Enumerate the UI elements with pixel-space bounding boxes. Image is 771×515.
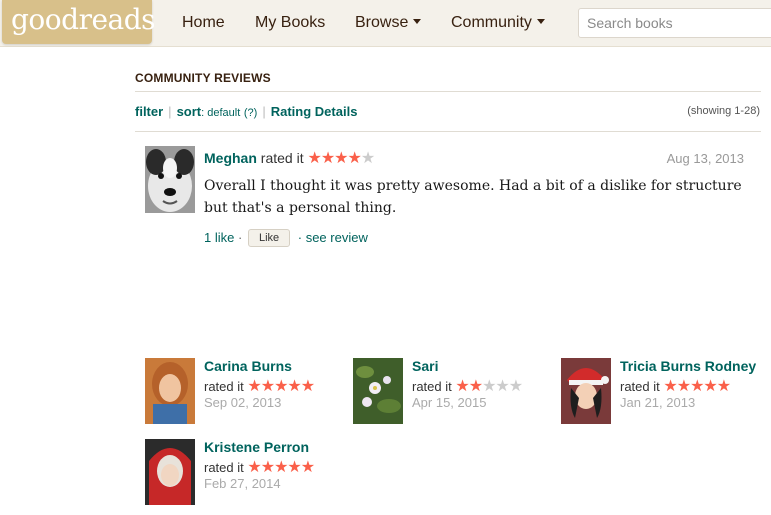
nav-browse-label: Browse	[355, 14, 409, 31]
chevron-down-icon	[536, 19, 545, 24]
goodreads-logo[interactable]: goodreads	[2, 0, 156, 44]
filter-link[interactable]: filter	[135, 104, 163, 119]
review-filter-bar: filter | sort: default (?) | Rating Details	[135, 104, 357, 119]
stars-filled: ★★★★★	[247, 378, 315, 395]
rater-name-link[interactable]: Sari	[412, 358, 438, 374]
avatar[interactable]	[353, 358, 403, 424]
rater-date: Feb 27, 2014	[204, 476, 281, 491]
star-rating: ★★★★★	[455, 378, 523, 395]
dog-avatar-image	[145, 146, 195, 213]
stars-filled: ★★★★★	[663, 378, 731, 395]
star-rating: ★★★★★	[247, 378, 315, 395]
nav-community[interactable]: Community	[451, 14, 545, 32]
divider	[135, 91, 761, 92]
review-date-link[interactable]: Aug 13, 2013	[667, 151, 744, 166]
sort-help-link[interactable]: (?)	[244, 107, 257, 119]
sort-value: : default	[201, 107, 241, 119]
showing-count: (showing 1-28)	[687, 105, 760, 117]
logo-text: goodreads	[11, 3, 156, 36]
nav-community-label: Community	[451, 14, 532, 31]
rater-name-link[interactable]: Tricia Burns Rodney	[620, 358, 756, 374]
nav-browse[interactable]: Browse	[355, 14, 422, 32]
nav-home[interactable]: Home	[182, 14, 225, 32]
review-header: Meghan rated it ★★★★★	[204, 148, 375, 168]
stars-filled: ★★★★	[307, 150, 361, 167]
stars-filled: ★★	[455, 378, 483, 395]
rated-it-text: rated it	[412, 379, 452, 394]
avatar[interactable]	[145, 439, 195, 505]
separator: |	[168, 104, 172, 119]
stars-empty: ★	[360, 150, 375, 167]
nav-my-books[interactable]: My Books	[255, 14, 325, 32]
rater-rating: rated it ★★★★★	[412, 376, 523, 396]
rater-rating: rated it ★★★★★	[204, 457, 315, 477]
search-input[interactable]	[578, 8, 771, 38]
section-title: COMMUNITY REVIEWS	[135, 71, 271, 85]
rater-name-link[interactable]: Carina Burns	[204, 358, 292, 374]
likes-count-link[interactable]: 1 like	[204, 230, 234, 245]
avatar[interactable]	[145, 146, 195, 213]
star-rating: ★★★★★	[663, 378, 731, 395]
see-review-link[interactable]: · see review	[298, 230, 368, 245]
sort-link[interactable]: sort: default (?)	[177, 104, 258, 119]
flower-avatar-image	[353, 358, 403, 424]
reviewer-name-link[interactable]: Meghan	[204, 150, 257, 166]
like-button[interactable]: Like	[247, 229, 291, 247]
review-actions: 1 like · Like · see review	[204, 229, 368, 247]
review-text: Overall I thought it was pretty awesome.…	[204, 178, 742, 216]
site-header: goodreads Home My Books Browse Community	[0, 0, 771, 47]
rater-date: Jan 21, 2013	[620, 395, 696, 410]
rater-rating: rated it ★★★★★	[204, 376, 315, 396]
avatar[interactable]	[561, 358, 611, 424]
rated-it-text: rated it	[620, 379, 660, 394]
user-avatar-image	[145, 439, 195, 505]
stars-empty: ★★★	[482, 378, 523, 395]
user-avatar-image	[145, 358, 195, 424]
rating-details-link[interactable]: Rating Details	[271, 104, 358, 119]
rated-it-text: rated it	[204, 379, 244, 394]
dot-separator: ·	[237, 230, 243, 245]
separator: |	[262, 104, 266, 119]
rated-it-text: rated it	[260, 150, 304, 166]
rater-date: Apr 15, 2015	[412, 395, 487, 410]
rater-name-link[interactable]: Kristene Perron	[204, 439, 309, 455]
avatar[interactable]	[145, 358, 195, 424]
rated-it-text: rated it	[204, 460, 244, 475]
divider	[135, 131, 761, 132]
star-rating: ★★★★★	[247, 459, 315, 476]
star-rating: ★★★★★	[307, 150, 375, 167]
rater-rating: rated it ★★★★★	[620, 376, 731, 396]
user-avatar-image	[561, 358, 611, 424]
chevron-down-icon	[413, 19, 422, 24]
stars-filled: ★★★★★	[247, 459, 315, 476]
rater-date: Sep 02, 2013	[204, 395, 282, 410]
sort-label: sort	[176, 104, 202, 119]
